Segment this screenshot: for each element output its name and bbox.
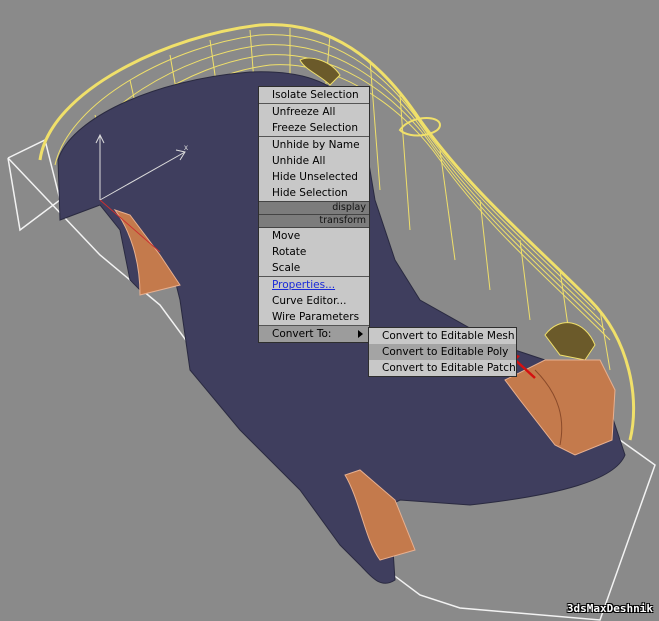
menu-item-unfreeze-all[interactable]: Unfreeze All — [259, 103, 369, 120]
menu-item-convert-to-label: Convert To: — [272, 328, 332, 340]
menu-item-isolate-selection[interactable]: Isolate Selection — [259, 87, 369, 103]
menu-item-curve-editor[interactable]: Curve Editor... — [259, 293, 369, 309]
menu-item-scale[interactable]: Scale — [259, 260, 369, 276]
menu-item-unhide-by-name[interactable]: Unhide by Name — [259, 136, 369, 153]
menu-item-properties[interactable]: Properties... — [259, 276, 369, 293]
convert-to-submenu: Convert to Editable Mesh Convert to Edit… — [368, 327, 517, 377]
menu-item-hide-selection[interactable]: Hide Selection — [259, 185, 369, 201]
menu-item-rotate[interactable]: Rotate — [259, 244, 369, 260]
quadrant-header-transform: transform — [259, 215, 369, 228]
quad-menu: Isolate Selection Unfreeze All Freeze Se… — [258, 86, 370, 343]
menu-item-freeze-selection[interactable]: Freeze Selection — [259, 120, 369, 136]
menu-item-unhide-all[interactable]: Unhide All — [259, 153, 369, 169]
menu-item-wire-parameters[interactable]: Wire Parameters — [259, 309, 369, 325]
axis-x-label: x — [184, 143, 188, 152]
menu-item-properties-label: Properties... — [272, 279, 336, 291]
menu-item-convert-editable-mesh[interactable]: Convert to Editable Mesh — [369, 328, 516, 344]
submenu-arrow-icon — [358, 330, 363, 338]
watermark: 3dsMaxDeshnik — [566, 602, 653, 615]
menu-item-convert-to[interactable]: Convert To: — [259, 325, 369, 342]
menu-item-hide-unselected[interactable]: Hide Unselected — [259, 169, 369, 185]
menu-item-convert-editable-poly[interactable]: Convert to Editable Poly — [369, 344, 516, 360]
menu-item-convert-editable-patch[interactable]: Convert to Editable Patch — [369, 360, 516, 376]
quadrant-header-display: display — [259, 201, 369, 215]
menu-item-move[interactable]: Move — [259, 228, 369, 244]
